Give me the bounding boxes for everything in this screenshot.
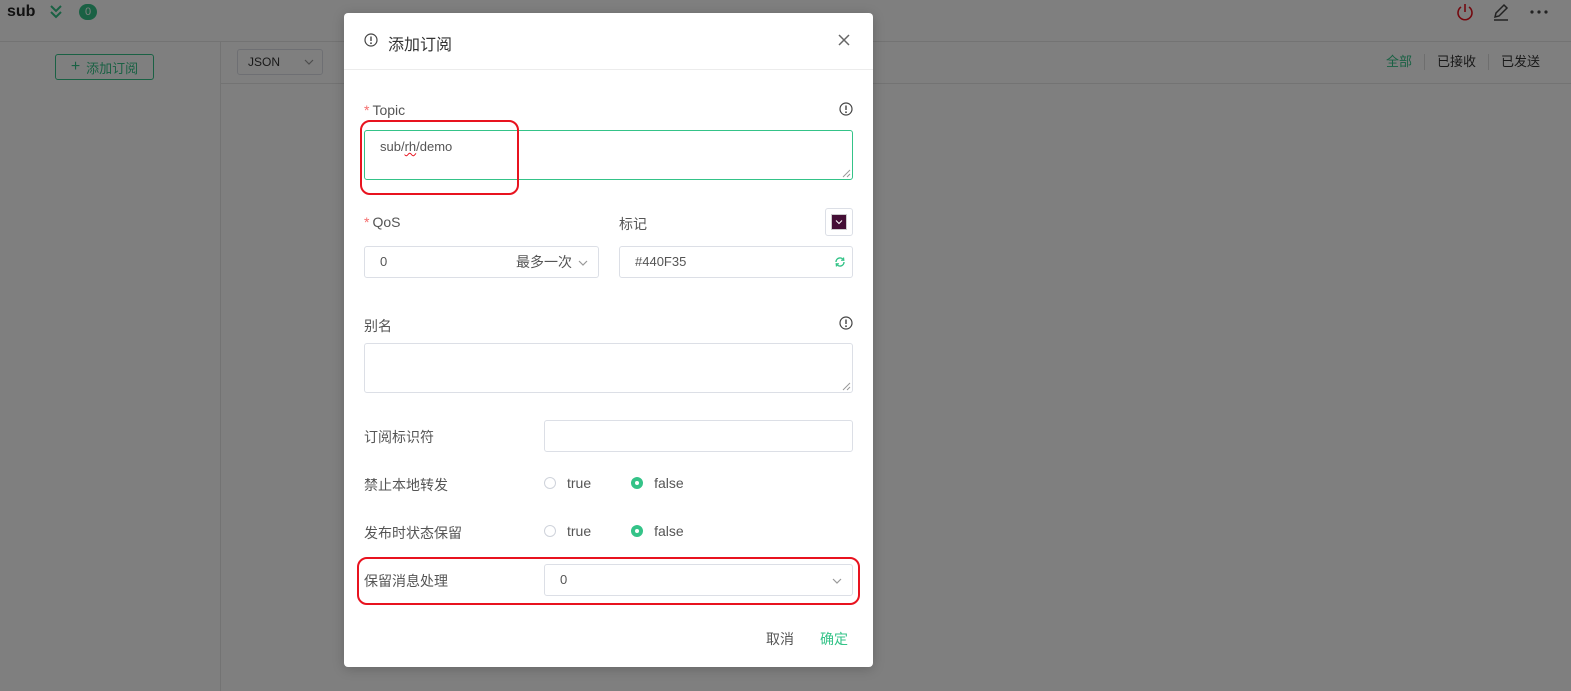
color-swatch bbox=[831, 214, 847, 230]
topic-value-part: /demo bbox=[416, 139, 453, 154]
no-local-true-option[interactable]: true bbox=[544, 475, 591, 491]
qos-select[interactable]: 0 最多一次 bbox=[364, 246, 599, 278]
qos-description: 最多一次 bbox=[516, 254, 572, 270]
radio-checked[interactable] bbox=[631, 477, 644, 489]
subscription-identifier-label: 订阅标识符 bbox=[364, 429, 434, 445]
required-mark: * bbox=[364, 102, 370, 118]
add-subscription-dialog: 添加订阅 *Topic sub/rh/demo *QoS 0 最多一次 标记 bbox=[344, 13, 873, 667]
resize-grip-icon[interactable] bbox=[842, 169, 851, 178]
retain-handling-value: 0 bbox=[560, 572, 568, 587]
no-local-label: 禁止本地转发 bbox=[364, 477, 448, 493]
radio-label: false bbox=[654, 523, 684, 539]
confirm-button[interactable]: 确定 bbox=[820, 629, 848, 649]
dialog-title: 添加订阅 bbox=[388, 37, 453, 54]
retain-as-published-radio-group: true false bbox=[544, 523, 684, 539]
retain-as-published-label: 发布时状态保留 bbox=[364, 525, 462, 541]
color-picker-button[interactable] bbox=[825, 208, 853, 236]
topic-input[interactable]: sub/rh/demo bbox=[364, 130, 853, 180]
topic-value-part: rh bbox=[404, 139, 417, 154]
topic-value-part: sub/ bbox=[380, 139, 405, 154]
radio-label: false bbox=[654, 475, 684, 491]
retain-as-published-true-option[interactable]: true bbox=[544, 523, 591, 539]
retain-handling-select[interactable]: 0 bbox=[544, 564, 853, 596]
radio-label: true bbox=[567, 523, 592, 539]
radio-unchecked[interactable] bbox=[544, 525, 556, 537]
color-label: 标记 bbox=[619, 216, 647, 232]
qos-label-text: QoS bbox=[372, 214, 401, 230]
retain-as-published-false-option[interactable]: false bbox=[631, 523, 684, 539]
required-mark: * bbox=[364, 214, 370, 230]
chevron-down-icon bbox=[578, 260, 588, 266]
info-icon[interactable] bbox=[839, 102, 853, 116]
color-value: #440F35 bbox=[635, 254, 687, 269]
dialog-header: 添加订阅 bbox=[344, 13, 873, 70]
retain-handling-label: 保留消息处理 bbox=[364, 573, 448, 589]
cancel-button[interactable]: 取消 bbox=[766, 629, 794, 649]
qos-label: * QoS bbox=[364, 214, 400, 230]
radio-label: true bbox=[567, 475, 592, 491]
info-icon bbox=[364, 33, 378, 47]
color-input[interactable]: #440F35 bbox=[619, 246, 853, 278]
refresh-icon[interactable] bbox=[834, 256, 846, 268]
close-icon[interactable] bbox=[837, 33, 851, 47]
topic-label-text: Topic bbox=[372, 102, 406, 118]
qos-value: 0 bbox=[380, 254, 388, 269]
radio-unchecked[interactable] bbox=[544, 477, 556, 489]
alias-input[interactable] bbox=[364, 343, 853, 393]
subscription-identifier-input[interactable] bbox=[544, 420, 853, 452]
topic-label: * Topic bbox=[364, 102, 405, 118]
no-local-radio-group: true false bbox=[544, 475, 684, 491]
no-local-false-option[interactable]: false bbox=[631, 475, 684, 491]
chevron-down-icon bbox=[832, 578, 842, 584]
alias-label: 别名 bbox=[364, 318, 392, 334]
radio-checked[interactable] bbox=[631, 525, 644, 537]
chevron-down-icon bbox=[835, 220, 843, 225]
resize-grip-icon[interactable] bbox=[842, 382, 851, 391]
info-icon[interactable] bbox=[839, 316, 853, 330]
